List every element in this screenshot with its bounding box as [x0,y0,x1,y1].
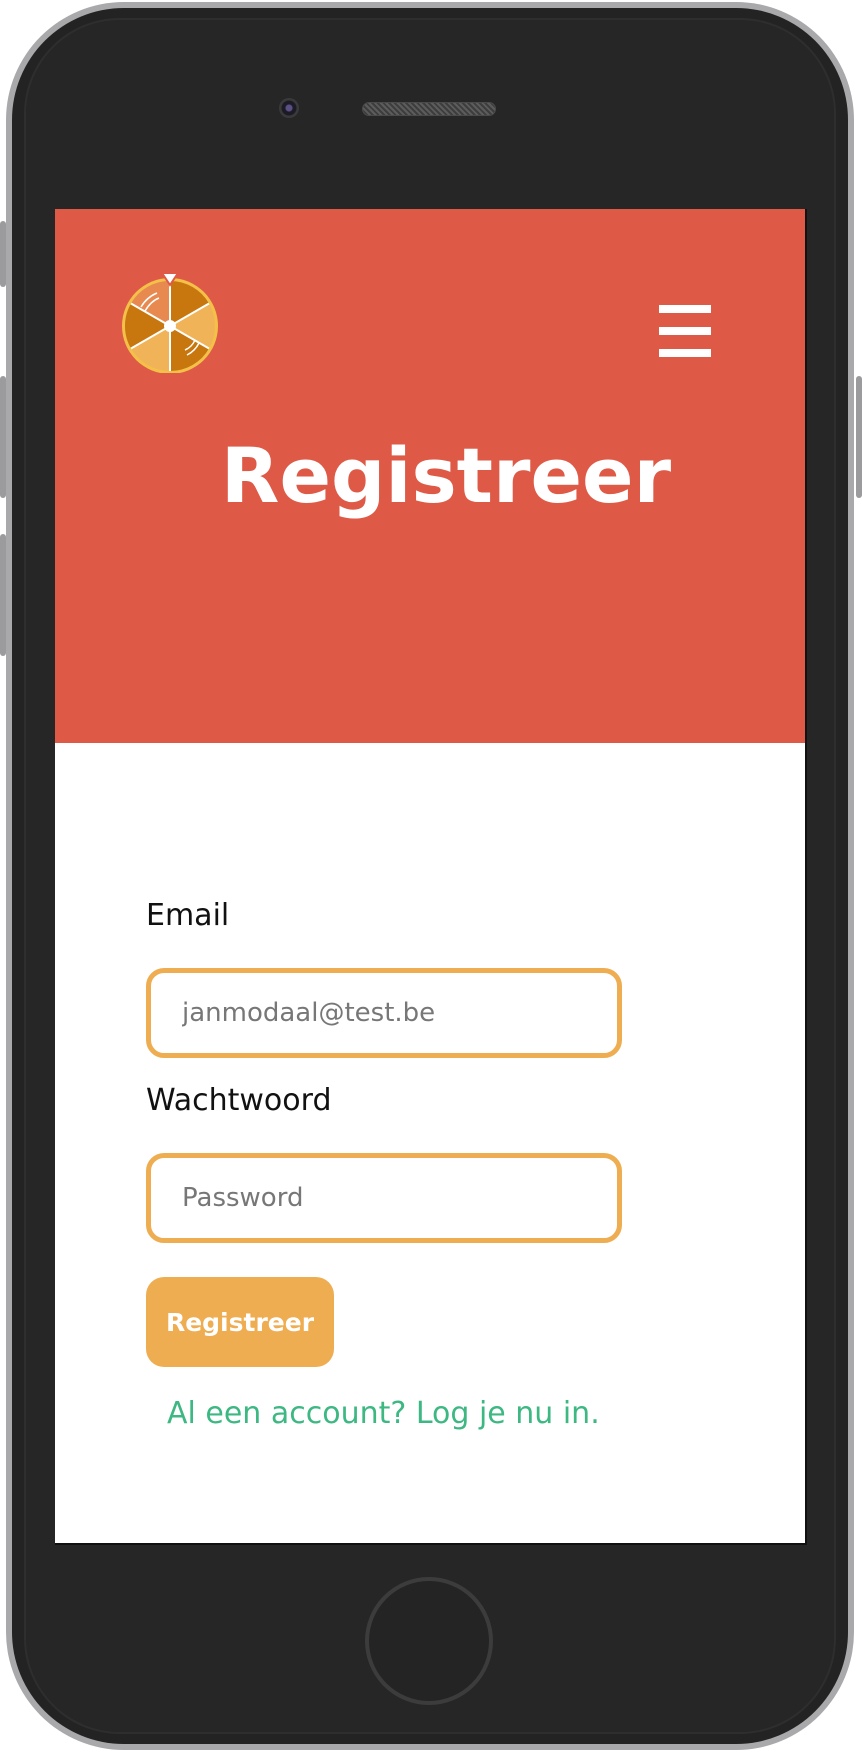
login-link[interactable]: Al een account? Log je nu in. [167,1394,600,1434]
screen: Registreer Email Wachtwoord Registreer A… [55,209,807,1545]
power-button [856,376,862,498]
volume-up-button [0,376,6,498]
hero-header: Registreer [55,209,805,743]
volume-down-button [0,534,6,656]
email-field[interactable] [146,968,622,1058]
password-field[interactable] [146,1153,622,1243]
mute-switch [0,221,6,287]
page-title: Registreer [220,431,672,520]
menu-bar [659,349,711,357]
earpiece-speaker [362,102,496,116]
home-button [365,1577,493,1705]
password-label: Wachtwoord [146,1083,332,1118]
menu-bar [659,305,711,313]
prize-wheel-icon[interactable] [119,271,221,373]
register-button[interactable]: Registreer [146,1277,334,1367]
email-label: Email [146,898,230,933]
menu-bar [659,327,711,335]
front-camera [279,98,299,118]
hamburger-menu-icon[interactable] [659,305,711,357]
